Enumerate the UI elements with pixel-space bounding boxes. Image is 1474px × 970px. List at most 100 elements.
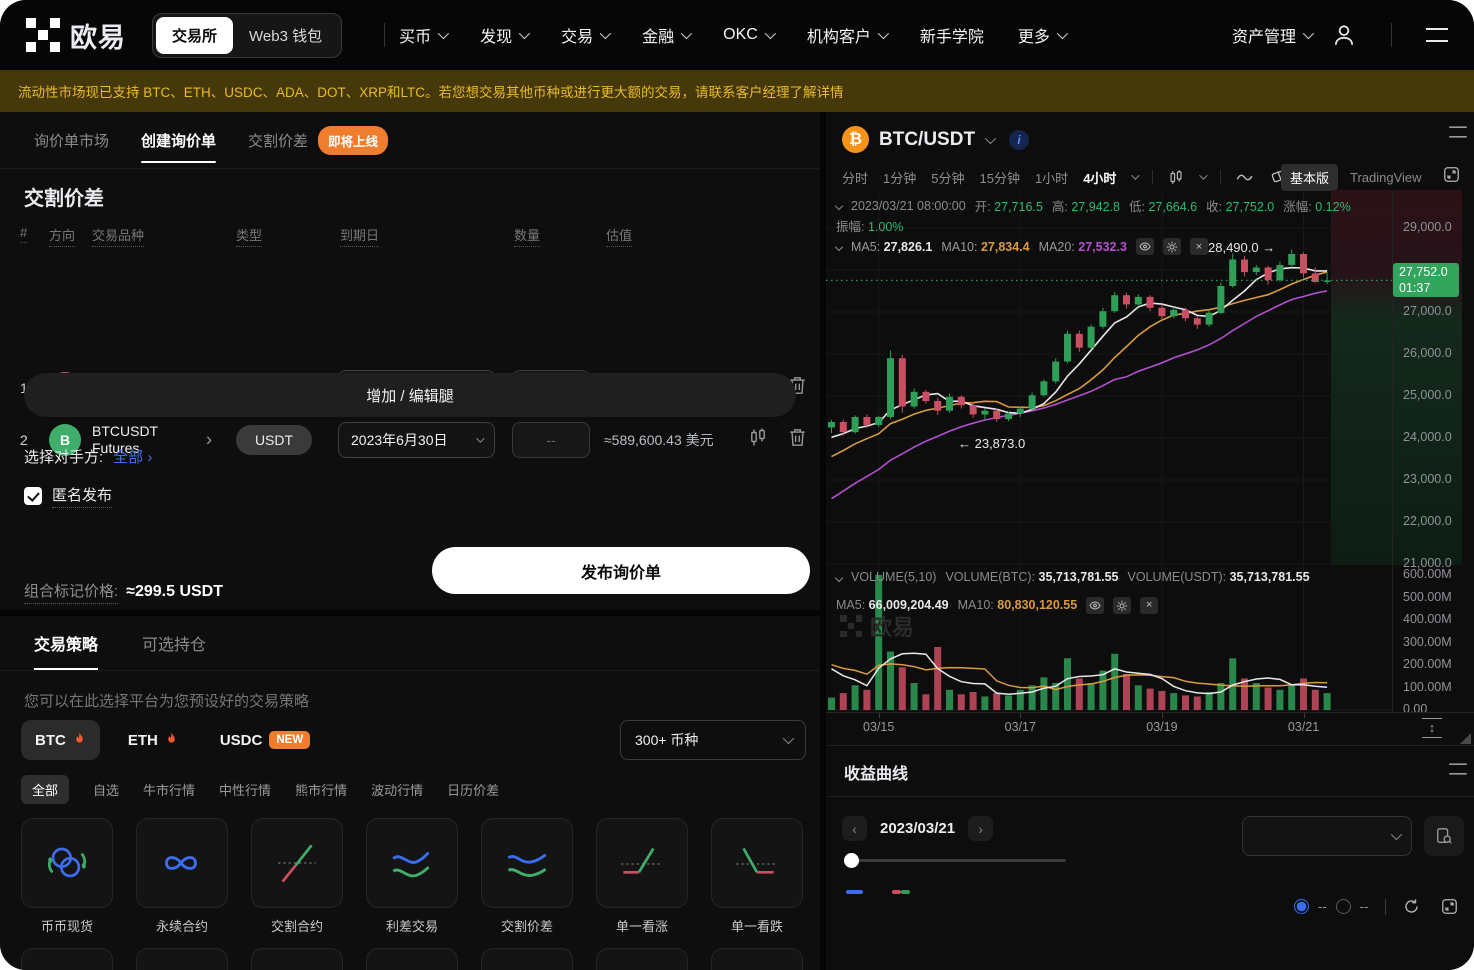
expiry-select[interactable]: 2023年6月30日 — [338, 422, 495, 458]
strategy-card-partial[interactable] — [21, 948, 113, 970]
nav-assets-label: 资产管理 — [1232, 23, 1296, 47]
filter-熊市行情[interactable]: 熊市行情 — [295, 775, 347, 804]
nav-item-OKC[interactable]: OKC — [723, 26, 773, 44]
coin-filter-ETH[interactable]: ETH — [114, 720, 192, 760]
strategy-card-partial[interactable] — [251, 948, 343, 970]
quantity-input[interactable]: -- — [512, 422, 590, 458]
strategy-card-币币现货[interactable] — [21, 818, 113, 908]
strategy-card-partial[interactable] — [711, 948, 803, 970]
chart-panel: ₿ BTC/USDT i 分时1分钟5分钟15分钟1小时4小时 基本版 Trad… — [820, 112, 1474, 970]
rfq-tab-交割价差[interactable]: 交割价差即将上线 — [248, 112, 388, 168]
filter-自选[interactable]: 自选 — [93, 775, 119, 804]
timeframe-15分钟[interactable]: 15分钟 — [979, 168, 1019, 187]
nav-item-发现[interactable]: 发现 — [480, 23, 527, 47]
eye-icon[interactable] — [1136, 238, 1154, 255]
strategy-card-单一看涨[interactable] — [596, 818, 688, 908]
nav-item-金融[interactable]: 金融 — [642, 23, 689, 47]
timeframe-1小时[interactable]: 1小时 — [1035, 168, 1068, 187]
collapse-icon[interactable] — [835, 573, 843, 581]
volume-axis[interactable]: 600.00M500.00M400.00M300.00M200.00M100.0… — [1392, 565, 1462, 712]
strategy-card-单一看跌[interactable] — [711, 818, 803, 908]
slider-thumb[interactable] — [844, 853, 859, 868]
profile-icon[interactable] — [1331, 22, 1357, 48]
collapse-icon[interactable] — [835, 242, 843, 250]
line-chart-icon[interactable] — [1236, 171, 1256, 184]
nav-item-交易[interactable]: 交易 — [561, 23, 608, 47]
strategy-card-partial[interactable] — [481, 948, 573, 970]
timeframe-4小时[interactable]: 4小时 — [1083, 168, 1116, 187]
pair-name[interactable]: BTC/USDT — [879, 129, 975, 151]
coin-filter-USDC[interactable]: USDCNEW — [206, 720, 324, 760]
counterparty-link[interactable]: 全部 › — [113, 446, 152, 467]
timeframe-分时[interactable]: 分时 — [842, 168, 868, 187]
filter-中性行情[interactable]: 中性行情 — [219, 775, 271, 804]
pnl-settings-hamburger-icon[interactable] — [1449, 763, 1467, 774]
nav-item-更多[interactable]: 更多 — [1018, 23, 1065, 47]
filter-波动行情[interactable]: 波动行情 — [371, 775, 423, 804]
coin-dropdown[interactable]: 300+ 币种 — [620, 720, 806, 760]
nav-item-新手学院[interactable]: 新手学院 — [920, 23, 984, 47]
anonymous-checkbox[interactable] — [24, 487, 42, 505]
chart-settings-hamburger-icon[interactable] — [1449, 126, 1467, 137]
candles-chart-icon[interactable] — [748, 428, 768, 453]
date-slider[interactable] — [846, 859, 1066, 862]
close-icon[interactable]: × — [1190, 238, 1208, 255]
close-icon[interactable]: × — [1140, 597, 1158, 614]
nav-item-买币[interactable]: 买币 — [399, 23, 446, 47]
tab-可选持仓[interactable]: 可选持仓 — [142, 616, 206, 670]
prev-date-button[interactable]: ‹ — [842, 816, 867, 841]
chevron-right-icon[interactable]: › — [206, 430, 212, 451]
nav-assets[interactable]: 资产管理 — [1232, 23, 1311, 47]
strategy-card-永续合约[interactable] — [136, 818, 228, 908]
eye-icon[interactable] — [1086, 597, 1104, 614]
radio-series2[interactable] — [1336, 899, 1351, 914]
tab-tradingview[interactable]: TradingView — [1350, 170, 1422, 185]
chevron-down-icon[interactable] — [1200, 171, 1208, 179]
fullscreen-icon[interactable] — [1443, 166, 1460, 183]
time-axis[interactable]: ↕ 03/1503/1703/1903/21 — [826, 712, 1474, 745]
chevron-down-icon[interactable] — [1132, 171, 1140, 179]
refresh-icon[interactable] — [1403, 898, 1420, 915]
submit-rfq-button[interactable]: 发布询价单 — [432, 547, 810, 594]
tab-basic-version[interactable]: 基本版 — [1281, 164, 1338, 191]
strategy-card-partial[interactable] — [596, 948, 688, 970]
rfq-tab-创建询价单[interactable]: 创建询价单 — [141, 112, 216, 168]
strategy-card-交割合约[interactable] — [251, 818, 343, 908]
candle-type-icon[interactable] — [1168, 169, 1184, 186]
pnl-search-button[interactable] — [1424, 816, 1464, 856]
corner-resize-icon[interactable] — [1460, 733, 1471, 744]
gear-icon[interactable] — [1163, 238, 1181, 255]
nav-item-机构客户[interactable]: 机构客户 — [807, 23, 886, 47]
strategy-card-交割价差[interactable] — [481, 818, 573, 908]
coin-filter-BTC[interactable]: BTC — [21, 720, 100, 760]
rfq-tab-询价单市场[interactable]: 询价单市场 — [34, 112, 109, 168]
strategy-card-利差交易[interactable] — [366, 818, 458, 908]
brand[interactable]: 欧易 — [26, 16, 126, 55]
strategy-card-partial[interactable] — [366, 948, 458, 970]
info-icon[interactable]: i — [1009, 130, 1029, 150]
filter-日历价差[interactable]: 日历价差 — [447, 775, 499, 804]
pnl-dropdown[interactable] — [1242, 816, 1412, 856]
axis-scale-icon[interactable]: ↕ — [1422, 718, 1442, 738]
collapse-icon[interactable] — [835, 201, 843, 209]
gear-icon[interactable] — [1113, 597, 1131, 614]
trash-icon[interactable] — [788, 428, 807, 453]
next-date-button[interactable]: › — [968, 816, 993, 841]
chevron-down-icon[interactable] — [985, 132, 996, 143]
timeframe-1分钟[interactable]: 1分钟 — [883, 168, 916, 187]
menu-hamburger-icon[interactable] — [1426, 28, 1448, 42]
filter-全部[interactable]: 全部 — [21, 775, 69, 804]
pnl-series-toggles: -- -- — [1294, 898, 1458, 915]
radio-series1[interactable] — [1294, 899, 1309, 914]
expand-icon[interactable] — [1441, 898, 1458, 915]
toggle-exchange[interactable]: 交易所 — [156, 17, 233, 54]
tab-交易策略[interactable]: 交易策略 — [34, 616, 98, 670]
column-header: 类型 — [236, 225, 262, 247]
strategy-card-partial[interactable] — [136, 948, 228, 970]
toggle-web3-wallet[interactable]: Web3 钱包 — [233, 17, 338, 54]
filter-牛市行情[interactable]: 牛市行情 — [143, 775, 195, 804]
add-edit-legs-button[interactable]: 增加 / 编辑腿 — [24, 373, 796, 417]
timeframe-5分钟[interactable]: 5分钟 — [931, 168, 964, 187]
price-axis[interactable]: 29,000.028,000.027,000.026,000.025,000.0… — [1392, 190, 1462, 565]
margin-type-pill[interactable]: USDT — [236, 425, 312, 455]
